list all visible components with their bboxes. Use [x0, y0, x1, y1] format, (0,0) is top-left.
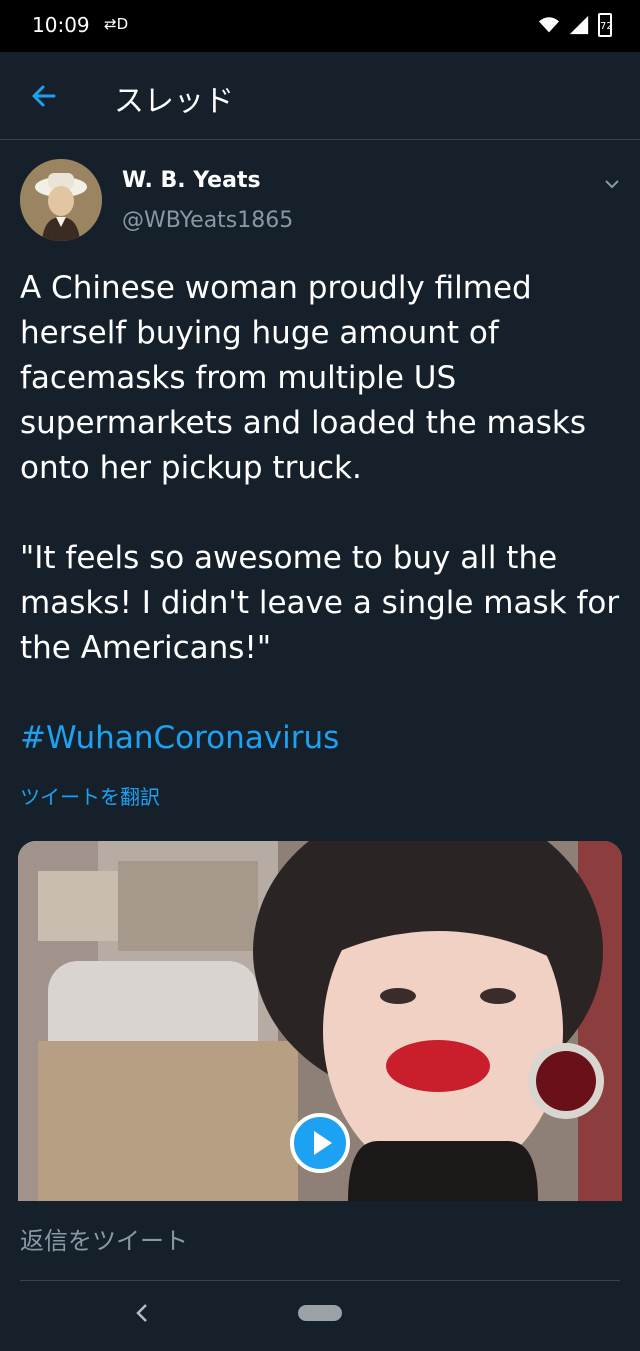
status-bar: 10:09 ⇄D 72	[0, 0, 640, 52]
wifi-icon	[538, 17, 560, 33]
back-arrow-icon[interactable]	[30, 82, 58, 110]
author-name[interactable]: W. B. Yeats	[122, 168, 261, 193]
thread-header: スレッド	[0, 52, 640, 140]
tweet-text: A Chinese woman proudly filmed herself b…	[20, 270, 620, 666]
reply-input[interactable]: 返信をツイート	[20, 1221, 620, 1281]
page-title: スレッド	[114, 84, 234, 119]
author-handle[interactable]: @WBYeats1865	[122, 208, 293, 233]
status-icons: 72	[538, 13, 613, 37]
reply-bar: 返信をツイート	[0, 1201, 640, 1351]
status-time: 10:09	[32, 13, 90, 37]
nav-back-icon[interactable]	[132, 1301, 152, 1325]
video-thumbnail[interactable]	[18, 841, 622, 1201]
translate-tweet-link[interactable]: ツイートを翻訳	[20, 781, 160, 810]
sync-icon: ⇄D	[104, 15, 129, 33]
battery-icon: 72	[598, 13, 613, 37]
avatar[interactable]	[20, 159, 102, 241]
nav-home-pill[interactable]	[298, 1305, 342, 1321]
play-icon[interactable]	[290, 1113, 350, 1173]
chevron-down-icon[interactable]	[600, 172, 624, 196]
signal-icon	[569, 15, 589, 35]
hashtag-link[interactable]: #WuhanCoronavirus	[20, 716, 339, 761]
